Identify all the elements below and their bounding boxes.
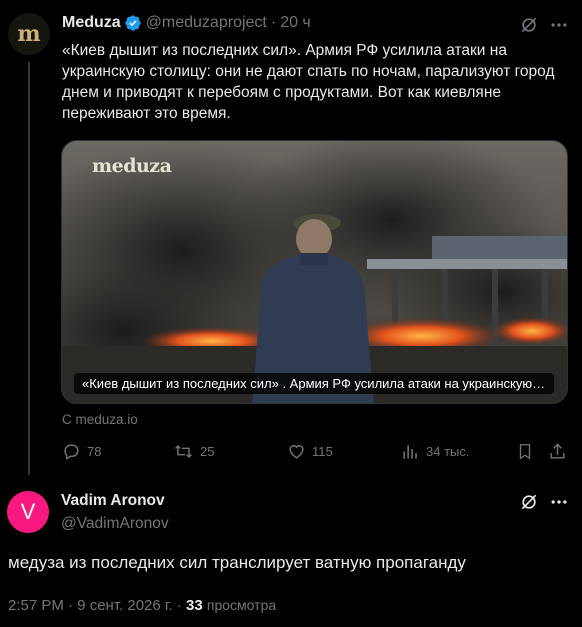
views-icon: [403, 445, 417, 459]
card-caption: «Киев дышит из последних сил» . Армия РФ…: [74, 373, 554, 394]
tweet-text: «Киев дышит из последних сил». Армия РФ …: [62, 42, 555, 122]
main-tweet[interactable]: m Meduza @meduzaproject · 20 ч «Киев дыш…: [0, 0, 582, 475]
views-count: 34 тыс.: [426, 444, 470, 459]
more-icon[interactable]: [548, 14, 570, 36]
tweet-meta: 2:57 PM · 9 сент. 2026 г. · 33 просмотра: [8, 597, 276, 614]
bookmark-button[interactable]: [516, 442, 534, 461]
reply-tweet[interactable]: V Vadim Aronov @VadimAronov медуза из по…: [0, 475, 582, 627]
card-source[interactable]: С meduza.io: [62, 412, 138, 427]
avatar[interactable]: V: [7, 491, 49, 533]
link-card[interactable]: meduza «Киев дышит из последних сил» . А…: [61, 140, 568, 404]
grok-icon[interactable]: [518, 14, 540, 36]
thread-line: [28, 62, 30, 475]
separator: ·: [270, 14, 277, 31]
reply-icon: [64, 444, 79, 460]
verified-badge-icon[interactable]: [124, 14, 142, 32]
tweet-actions: 78 25 115 34 тыс.: [62, 442, 572, 466]
reply-text: медуза из последних сил транслирует ватн…: [8, 553, 466, 572]
like-count: 115: [312, 444, 333, 459]
tweet-header: Meduza @meduzaproject · 20 ч: [62, 14, 311, 32]
views-label: просмотра: [206, 597, 277, 613]
repost-icon: [175, 444, 192, 459]
bookmark-icon: [519, 444, 531, 460]
more-icon[interactable]: [548, 491, 570, 513]
avatar-letter: m: [17, 21, 41, 47]
tweet-time[interactable]: 20 ч: [280, 14, 311, 32]
share-icon: [550, 443, 565, 459]
author-handle[interactable]: @meduzaproject: [146, 14, 267, 32]
views-count: 33: [186, 597, 203, 614]
author-name[interactable]: Meduza: [62, 14, 121, 32]
repost-button[interactable]: 25: [173, 442, 214, 461]
avatar-letter: V: [20, 499, 36, 524]
share-button[interactable]: [548, 442, 567, 461]
card-logo: meduza: [92, 155, 172, 177]
like-button[interactable]: 115: [287, 442, 333, 461]
author-handle[interactable]: @VadimAronov: [61, 515, 169, 533]
reply-count: 78: [87, 444, 102, 459]
author-name[interactable]: Vadim Aronov: [61, 492, 165, 510]
reply-button[interactable]: 78: [62, 442, 101, 461]
views-button[interactable]: 34 тыс.: [401, 442, 469, 461]
repost-count: 25: [200, 444, 215, 459]
avatar[interactable]: m: [8, 13, 50, 55]
timestamp[interactable]: 2:57 PM · 9 сент. 2026 г. ·: [8, 597, 186, 614]
grok-icon[interactable]: [518, 491, 540, 513]
card-image: [62, 141, 567, 403]
like-icon: [289, 445, 304, 459]
